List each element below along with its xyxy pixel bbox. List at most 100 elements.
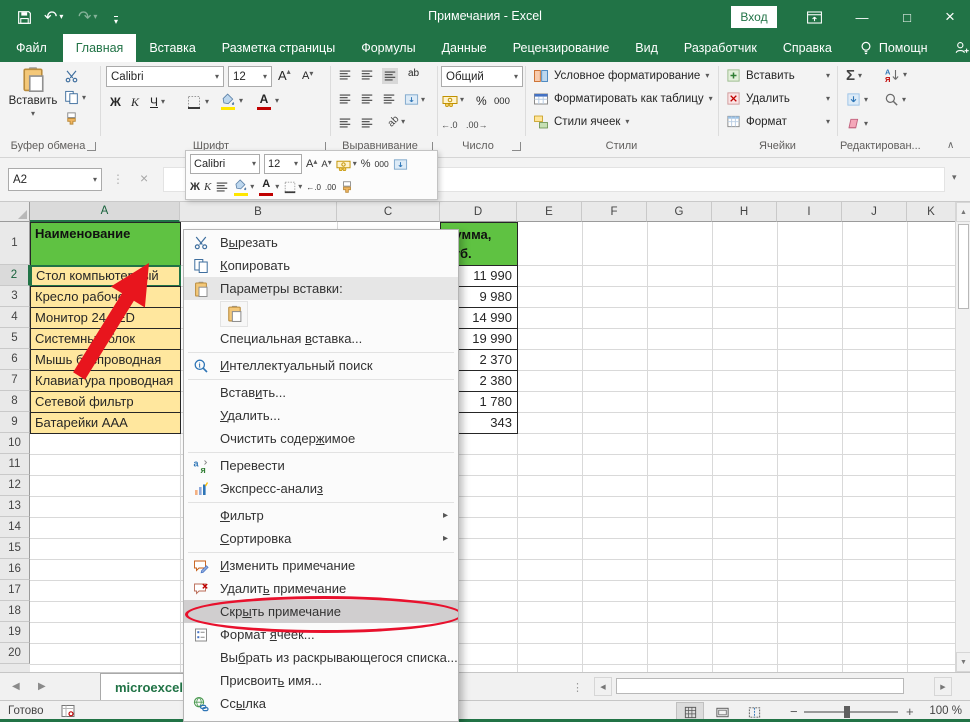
insert-cells-button[interactable]: Вставить▾ [726,68,830,83]
zoom-out-button[interactable]: − [790,704,798,719]
mini-bold-button[interactable]: Ж [190,181,200,193]
cell-styles-button[interactable]: Стили ячеек▾ [533,114,629,130]
column-header-g[interactable]: G [647,202,712,222]
prev-sheet-button[interactable]: ◀ [12,681,20,692]
row-header[interactable]: 17 [0,580,30,601]
scroll-down-button[interactable]: ▼ [956,652,970,672]
clipboard-dialog-launcher-icon[interactable] [87,142,96,151]
column-header-k[interactable]: K [907,202,955,222]
conditional-formatting-button[interactable]: Условное форматирование▾ [533,68,709,84]
row-header[interactable]: 6 [0,349,30,370]
row-header[interactable]: 14 [0,517,30,538]
menu-item-sort[interactable]: Сортировка▸ [184,527,458,550]
menu-item-edit-comment[interactable]: Изменить примечание [184,554,458,577]
align-bottom-button[interactable] [382,68,398,84]
menu-item-smart-lookup[interactable]: Интеллектуальный поиск [184,354,458,377]
column-header-j[interactable]: J [842,202,907,222]
paste-keep-formatting-button[interactable] [220,301,248,327]
row-header[interactable]: 15 [0,538,30,559]
increase-indent-button[interactable] [360,116,374,130]
align-center-button[interactable] [360,92,374,106]
orientation-button[interactable]: ab▾ [388,116,405,127]
vertical-scroll-thumb[interactable] [958,224,969,309]
table-cell-name[interactable]: Системный блок [30,328,181,350]
row-header[interactable]: 11 [0,454,30,475]
menu-item-quick-analysis[interactable]: Экспресс-анализ [184,477,458,500]
horizontal-scroll-thumb[interactable] [616,678,904,694]
tab-share[interactable]: Поделиться [941,34,970,62]
tab-review[interactable]: Рецензирование [500,34,623,62]
menu-item-filter[interactable]: Фильтр▸ [184,504,458,527]
zoom-slider-track[interactable] [804,711,898,713]
select-all-corner[interactable] [0,202,30,222]
row-header[interactable]: 2 [0,265,30,286]
tab-data[interactable]: Данные [429,34,500,62]
tab-developer[interactable]: Разработчик [671,34,770,62]
menu-item-translate[interactable]: Перевести [184,454,458,477]
tab-home[interactable]: Главная [63,34,137,62]
align-lines-icon[interactable] [215,180,229,194]
menu-item-clear-contents[interactable]: Очистить содержимое [184,427,458,450]
tab-view[interactable]: Вид [622,34,671,62]
clear-button[interactable]: ▾ [846,116,868,131]
collapse-ribbon-button[interactable]: ∧ [947,140,954,151]
row-header[interactable]: 19 [0,622,30,643]
merge-center-button[interactable]: ▾ [404,92,425,107]
menu-item-delete[interactable]: Удалить... [184,404,458,427]
row-header[interactable]: 7 [0,370,30,391]
menu-item-pick-from-list[interactable]: Выбрать из раскрывающегося списка... [184,646,458,669]
font-color-button[interactable]: А▾ [256,92,279,110]
format-cells-button[interactable]: Формат▾ [726,114,830,129]
font-size-select[interactable]: 12▾ [228,66,272,87]
row-header[interactable]: 9 [0,412,30,433]
copy-button[interactable]: ▾ [64,90,86,105]
align-middle-button[interactable] [360,68,374,82]
fill-button[interactable]: ▾ [846,92,868,107]
format-as-table-button[interactable]: Форматировать как таблицу▾ [533,91,713,107]
table-cell-name[interactable]: Батарейки ААА [30,412,181,434]
decrease-indent-button[interactable] [338,116,352,130]
cell-grid[interactable]: Наименование Сумма,руб. Стол компьютерны… [30,222,955,672]
delete-cells-button[interactable]: Удалить▾ [726,91,830,106]
align-top-button[interactable] [338,68,352,82]
row-header[interactable]: 8 [0,391,30,412]
tab-formulas[interactable]: Формулы [348,34,428,62]
tab-assistant[interactable]: Помощн [845,34,941,62]
minimize-button[interactable]: — [842,0,882,34]
menu-item-paste-special[interactable]: Специальная вставка... [184,327,458,350]
borders-button[interactable]: ▾ [186,94,209,110]
menu-item-insert[interactable]: Вставить... [184,381,458,404]
bold-button[interactable]: Ж [110,95,121,109]
table-cell-name[interactable]: Стол компьютерный [30,265,181,287]
mini-borders-button[interactable]: ▾ [283,180,302,194]
menu-item-paste-options[interactable]: Параметры вставки: [184,277,458,300]
increase-font-button[interactable]: А▴ [278,68,291,83]
name-box[interactable]: A2▾ [8,168,102,191]
number-dialog-launcher-icon[interactable] [512,142,521,151]
hscroll-left-button[interactable]: ◀ [594,677,612,696]
cell-a1-header[interactable]: Наименование [30,222,181,266]
hscroll-right-button[interactable]: ▶ [934,677,952,696]
row-header[interactable]: 20 [0,643,30,664]
ribbon-display-options-button[interactable] [800,8,828,26]
tab-page-layout[interactable]: Разметка страницы [209,34,348,62]
merge-cells-icon[interactable] [393,157,408,172]
fill-color-button[interactable]: ▾ [220,92,243,110]
row-header[interactable]: 12 [0,475,30,496]
align-left-button[interactable] [338,92,352,106]
mini-font-color-button[interactable]: А▾ [258,178,279,196]
paste-button[interactable]: Вставить ▾ [7,66,59,118]
italic-button[interactable]: К [131,95,139,110]
column-header-e[interactable]: E [517,202,582,222]
mini-accounting-button[interactable]: ▾ [336,157,357,172]
cut-button[interactable] [64,69,79,84]
menu-item-cut[interactable]: Вырезать [184,231,458,254]
close-button[interactable]: × [930,0,970,34]
find-select-button[interactable]: ▾ [884,92,906,107]
splitter-grip-icon[interactable]: ⋮ [572,681,583,694]
table-cell-name[interactable]: Монитор 24 LED [30,307,181,329]
percent-style-button[interactable]: % [476,94,487,108]
scroll-up-button[interactable]: ▲ [956,202,970,222]
number-format-select[interactable]: Общий▾ [441,66,523,87]
sort-filter-button[interactable]: ▾ [884,67,907,83]
